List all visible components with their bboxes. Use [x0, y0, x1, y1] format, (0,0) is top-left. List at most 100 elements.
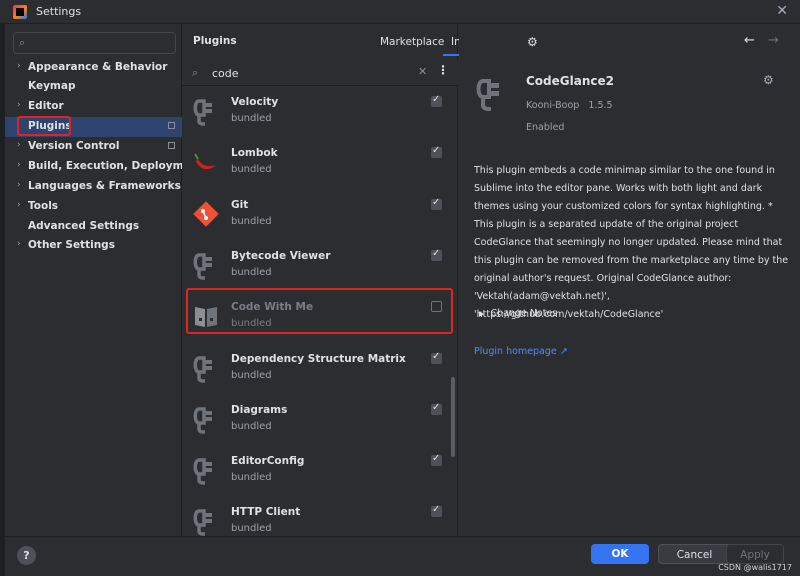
- sidebar-item-label: Other Settings: [28, 239, 115, 251]
- plug-icon: [193, 458, 212, 485]
- plugin-name: CodeGlance2: [526, 74, 614, 88]
- more-options-icon[interactable]: ⋮: [437, 63, 449, 77]
- git-icon: [193, 200, 219, 227]
- plugin-enable-checkbox[interactable]: [431, 145, 442, 159]
- plugin-homepage-link[interactable]: Plugin homepage ↗: [474, 346, 568, 357]
- plugin-row-name: HTTP Client: [231, 506, 301, 519]
- ok-button[interactable]: OK: [591, 544, 649, 564]
- vendor-name[interactable]: Kooni-Boop: [526, 100, 579, 111]
- plugin-row[interactable]: Velocity bundled: [182, 88, 452, 139]
- settings-search-input[interactable]: [36, 35, 171, 51]
- plugin-row-sub: bundled: [231, 164, 272, 176]
- chevron-right-icon: ›: [17, 160, 21, 170]
- search-icon: ⌕: [19, 36, 26, 49]
- sidebar-item-label: Languages & Frameworks: [28, 180, 181, 192]
- settings-search[interactable]: ⌕: [13, 32, 176, 54]
- plugin-row[interactable]: Diagrams bundled: [182, 396, 452, 447]
- plugin-row-sub: bundled: [231, 215, 272, 227]
- sidebar-item-version-control[interactable]: › Version Control: [5, 137, 182, 157]
- sidebar-item-build[interactable]: › Build, Execution, Deployment: [5, 157, 203, 177]
- plugin-search[interactable]: ⌕ ✕ ⋮: [182, 60, 458, 86]
- plugin-row-name: Git: [231, 198, 249, 211]
- sidebar-item-label: Keymap: [28, 80, 76, 92]
- plugin-enable-checkbox[interactable]: [431, 453, 442, 467]
- watermark: CSDN @walis1717: [718, 563, 792, 572]
- search-icon: ⌕: [192, 66, 199, 79]
- plugin-row-name: Lombok: [231, 147, 278, 160]
- sidebar-item-label: Version Control: [28, 140, 120, 152]
- plugin-description: This plugin embeds a code minimap simila…: [474, 165, 789, 320]
- plugin-row-name: Diagrams: [231, 403, 288, 416]
- settings-sidebar: ⌕ › Appearance & Behavior Keymap › Edito…: [5, 24, 203, 536]
- plugin-row-sub: bundled: [231, 266, 272, 278]
- apply-button[interactable]: Apply: [726, 544, 784, 564]
- intellij-logo-icon: [13, 5, 27, 19]
- sidebar-item-label: Tools: [28, 200, 59, 212]
- plugin-row[interactable]: EditorConfig bundled: [182, 447, 452, 498]
- plugin-row-name: Velocity: [231, 96, 279, 108]
- sidebar-item-label: Editor: [28, 100, 64, 112]
- sidebar-item-keymap[interactable]: Keymap: [5, 77, 182, 97]
- plugin-row-name: Dependency Structure Matrix: [231, 352, 406, 365]
- sidebar-item-tools[interactable]: › Tools: [5, 197, 182, 217]
- chevron-right-icon: ›: [17, 200, 21, 210]
- plug-icon: [193, 407, 212, 434]
- plugin-version: 1.5.5: [588, 100, 613, 111]
- plugin-status: Enabled: [526, 122, 565, 133]
- chevron-right-icon: ›: [17, 239, 21, 249]
- triangle-right-icon: ▶: [479, 310, 485, 318]
- chevron-right-icon: ›: [17, 100, 21, 110]
- sidebar-item-label: Build, Execution, Deployment: [28, 160, 204, 172]
- plug-icon: [193, 99, 212, 126]
- plugin-row[interactable]: Bytecode Viewer bundled: [182, 242, 452, 293]
- change-notes-toggle[interactable]: ▶ Change Notes: [479, 308, 557, 319]
- plugin-gear-icon[interactable]: ⚙: [763, 73, 774, 87]
- sidebar-item-advanced[interactable]: Advanced Settings: [5, 217, 182, 237]
- sidebar-item-label: Advanced Settings: [28, 220, 140, 232]
- plugin-enable-checkbox[interactable]: [431, 402, 442, 415]
- plugin-row[interactable]: Git bundled: [182, 191, 452, 242]
- change-notes-label: Change Notes: [490, 308, 558, 319]
- panel-title: Plugins: [193, 35, 237, 47]
- plug-icon: [193, 355, 212, 383]
- plugin-row-name: EditorConfig: [231, 455, 305, 468]
- sidebar-item-label: Appearance & Behavior: [28, 61, 168, 73]
- plugin-enable-checkbox[interactable]: [431, 94, 442, 107]
- chevron-right-icon: ›: [17, 180, 21, 190]
- plugins-panel: Plugins Marketplace Installed ⌕ ✕ ⋮ Velo…: [182, 24, 501, 537]
- plugin-row-sub: bundled: [231, 472, 272, 484]
- project-level-icon: [168, 122, 175, 129]
- plugin-enable-checkbox[interactable]: [431, 248, 442, 261]
- plugin-row-sub: bundled: [231, 113, 272, 124]
- sidebar-item-appearance[interactable]: › Appearance & Behavior: [5, 58, 182, 78]
- close-icon[interactable]: ✕: [776, 3, 788, 19]
- chili-pepper-icon: [194, 153, 216, 170]
- forward-arrow-icon[interactable]: →: [768, 33, 779, 48]
- plugin-row[interactable]: Lombok bundled: [182, 139, 452, 190]
- tab-marketplace[interactable]: Marketplace: [380, 36, 444, 48]
- plugin-row[interactable]: Dependency Structure Matrix bundled: [182, 345, 452, 396]
- plugin-row-name: Bytecode Viewer: [231, 249, 331, 262]
- plugin-row-sub: bundled: [231, 369, 272, 381]
- cancel-button[interactable]: Cancel: [658, 544, 731, 564]
- back-arrow-icon[interactable]: ←: [744, 33, 755, 48]
- gear-icon[interactable]: ⚙: [527, 35, 538, 49]
- plugin-row-sub: bundled: [231, 420, 272, 432]
- window-title: Settings: [36, 5, 82, 18]
- list-scrollbar[interactable]: [451, 377, 455, 457]
- sidebar-item-languages[interactable]: › Languages & Frameworks: [5, 177, 182, 197]
- title-bar: Settings ✕: [0, 0, 800, 24]
- chevron-right-icon: ›: [17, 140, 21, 150]
- sidebar-item-editor[interactable]: › Editor: [5, 97, 182, 117]
- project-level-icon: [168, 142, 175, 149]
- plugin-enable-checkbox[interactable]: [431, 197, 442, 210]
- plugin-enable-checkbox[interactable]: [431, 504, 442, 518]
- plugin-enable-checkbox[interactable]: [431, 351, 442, 364]
- plugin-search-input[interactable]: [212, 65, 412, 81]
- sidebar-item-other[interactable]: › Other Settings: [5, 236, 182, 256]
- dialog-buttons-bar: ? OK Cancel Apply: [5, 536, 800, 576]
- help-button[interactable]: ?: [17, 546, 36, 565]
- code-with-me-highlight-annotation: [186, 288, 453, 334]
- chevron-right-icon: ›: [17, 61, 21, 71]
- clear-icon[interactable]: ✕: [418, 65, 427, 78]
